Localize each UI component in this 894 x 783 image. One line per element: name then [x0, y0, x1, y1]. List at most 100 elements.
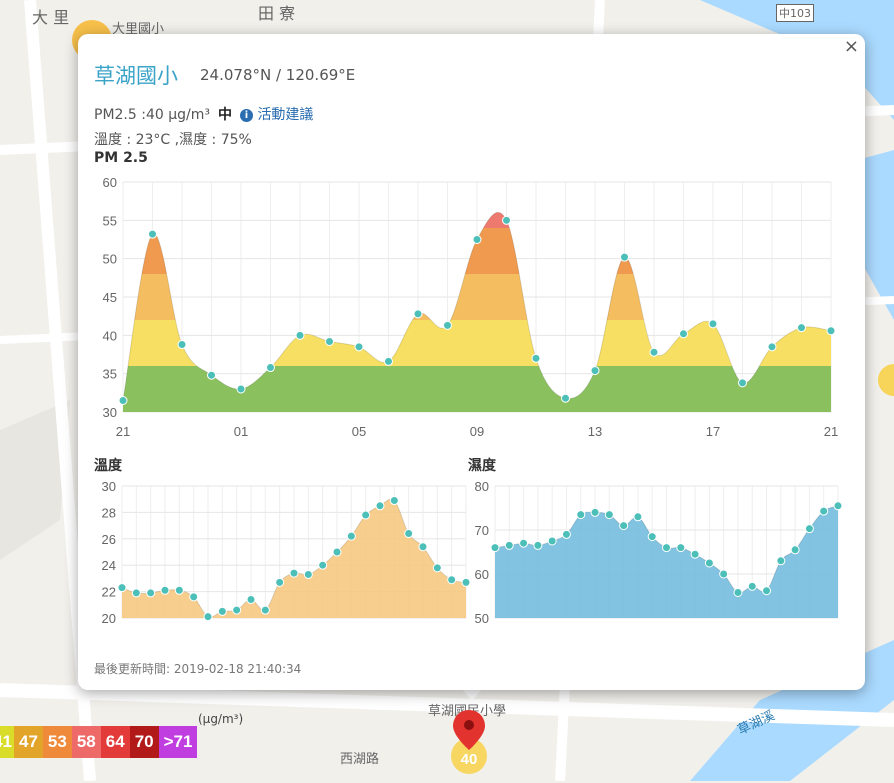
legend-item: 41: [0, 726, 14, 758]
y-tick-label: 35: [103, 367, 117, 382]
legend-item: 70: [129, 726, 159, 758]
data-point: [246, 595, 256, 605]
data-point: [413, 309, 423, 319]
y-tick-label: 22: [102, 585, 116, 600]
data-point: [260, 605, 270, 615]
pm-band: [123, 320, 831, 366]
y-tick-label: 30: [103, 405, 117, 420]
data-point: [649, 347, 659, 357]
y-tick-label: 20: [102, 611, 116, 626]
data-point: [826, 326, 836, 336]
activity-advice-label: 活動建議: [257, 107, 314, 123]
data-point: [767, 342, 777, 352]
data-point: [131, 588, 141, 598]
data-point: [177, 340, 187, 350]
close-button[interactable]: ×: [844, 36, 859, 57]
legend-item: 64: [100, 726, 130, 758]
data-point: [738, 378, 747, 388]
data-point: [502, 215, 511, 225]
map-label-tianliao: 田 寮: [258, 4, 296, 23]
data-point: [747, 581, 757, 591]
data-point: [504, 540, 514, 550]
data-point: [118, 396, 128, 405]
x-tick-label: 21: [116, 424, 130, 439]
legend-unit: (μg/m³): [198, 712, 244, 726]
y-tick-label: 60: [103, 175, 117, 190]
pm-level: 中: [217, 107, 232, 123]
data-point: [361, 510, 371, 520]
data-point: [797, 323, 806, 333]
data-point: [117, 583, 127, 593]
data-point: [207, 370, 216, 380]
y-tick-label: 28: [102, 505, 116, 520]
station-marker[interactable]: 40: [449, 708, 489, 783]
data-point: [819, 506, 829, 516]
data-point: [443, 320, 452, 330]
data-point: [325, 336, 334, 346]
pm-value-text: PM2.5 :40 μg/m³: [94, 107, 210, 123]
data-point: [146, 588, 156, 598]
weather-summary: 溫度 : 23°C ,濕度 : 75%: [94, 132, 252, 148]
data-point: [833, 501, 843, 511]
x-tick-label: 13: [588, 424, 602, 439]
y-tick-label: 50: [475, 611, 489, 626]
data-point: [804, 524, 814, 534]
temperature-chart: 20 22 24 26 28 30: [102, 479, 470, 626]
data-point: [590, 507, 600, 517]
data-point: [375, 501, 385, 511]
data-point: [384, 356, 393, 366]
y-tick-label: 30: [102, 479, 116, 494]
data-point: [733, 587, 743, 597]
x-tick-label: 05: [352, 424, 366, 439]
pm25-chart: 30 35 40 45 50 55 60 21 01 05 09 13 17 21: [103, 175, 839, 439]
data-point: [676, 543, 686, 553]
data-point: [189, 592, 199, 602]
data-point: [561, 393, 570, 403]
info-icon: i: [239, 109, 253, 122]
data-point: [719, 569, 729, 579]
data-point: [346, 531, 356, 541]
data-point: [148, 229, 157, 239]
data-point: [289, 568, 299, 578]
data-point: [620, 252, 629, 262]
map-label-road-shield: 中103: [776, 4, 814, 22]
data-point: [790, 545, 800, 555]
data-point: [533, 540, 543, 550]
station-title: 草湖國小: [94, 64, 178, 88]
map-label-xihu-road: 西湖路: [340, 752, 380, 767]
data-point: [418, 542, 428, 552]
data-point: [619, 521, 629, 531]
pm-summary: PM2.5 :40 μg/m³ 中 i 活動建議: [94, 104, 313, 124]
data-point: [776, 556, 786, 566]
data-point: [389, 496, 399, 506]
data-point: [561, 529, 571, 539]
data-point: [236, 384, 246, 394]
station-coordinates: 24.078°N / 120.69°E: [200, 66, 356, 84]
last-updated: 最後更新時間: 2019-02-18 21:40:34: [94, 662, 302, 676]
data-point: [295, 330, 305, 340]
pm25-chart-title: PM 2.5: [94, 150, 148, 166]
data-point: [519, 538, 529, 548]
pm-band: [123, 366, 831, 412]
x-tick-label: 01: [234, 424, 248, 439]
y-tick-label: 45: [103, 290, 117, 305]
data-point: [531, 353, 541, 363]
activity-advice-link[interactable]: i 活動建議: [239, 107, 314, 123]
data-point: [232, 605, 242, 615]
data-point: [576, 510, 586, 520]
y-tick-label: 55: [103, 213, 117, 228]
data-point: [404, 529, 414, 539]
data-point: [447, 575, 457, 585]
legend-item: 53: [42, 726, 72, 758]
legend-item: 58: [71, 726, 101, 758]
y-tick-label: 40: [103, 328, 117, 343]
data-point: [203, 612, 213, 622]
popup-tip: [462, 689, 482, 701]
y-tick-label: 70: [475, 523, 489, 538]
humidity-chart-title: 濕度: [468, 458, 496, 474]
data-point: [604, 510, 614, 520]
data-point: [275, 577, 285, 587]
temperature-chart-title: 溫度: [94, 458, 122, 474]
data-point: [266, 363, 275, 373]
y-tick-label: 24: [102, 558, 116, 573]
